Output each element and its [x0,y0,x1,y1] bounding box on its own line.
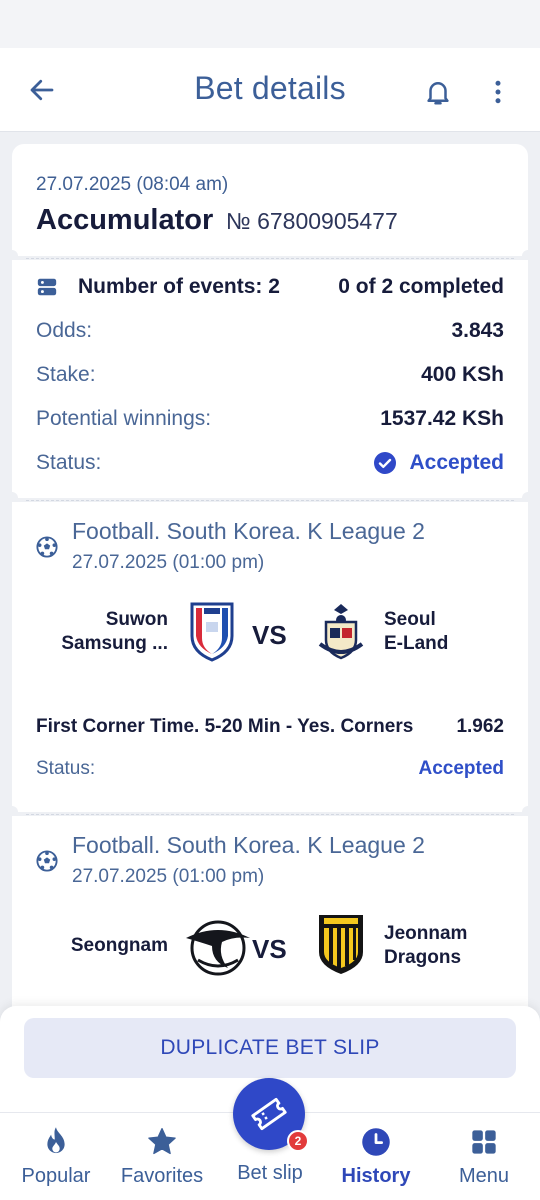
bet-header-card: 27.07.2025 (08:04 am) Accumulator № 6780… [6,144,534,262]
away-team-line: Dragons [384,947,462,968]
away-team-line: E-Land [384,633,449,654]
winnings-value: 1537.42 KSh [380,407,504,430]
notifications-button[interactable] [418,72,458,112]
bet-summary-card: Number of events: 2 0 of 2 completed Odd… [6,260,534,504]
winnings-label: Potential winnings: [36,407,212,430]
suwon-samsung-logo [190,602,234,662]
nav-menu-label: Menu [458,1165,510,1187]
status-badge: Accepted [373,451,504,475]
market-odd: 1.962 [456,716,504,737]
odds-value: 3.843 [451,319,504,342]
event-date: 27.07.2025 (01:00 pm) [72,866,265,887]
away-team-name: Jeonnam Dragons [384,922,504,970]
completed-count: 0 of 2 completed [338,275,504,298]
jeonnam-dragons-logo [319,915,363,974]
bet-number: № 67800905477 [226,208,398,234]
grid-icon [472,1130,496,1154]
star-icon [148,1128,176,1155]
home-team-name: Seongnam [36,934,168,958]
event-status-label: Status: [36,758,96,779]
away-team-line: Jeonnam [384,923,468,944]
event-card[interactable]: Football. South Korea. K League 2 27.07.… [6,502,534,818]
home-team-line: Seongnam [70,935,168,956]
nav-popular[interactable]: Popular [2,1113,110,1200]
page-title: Bet details [194,70,346,106]
duplicate-bet-slip-button[interactable]: DUPLICATE BET SLIP [24,1018,516,1078]
versus-label: VS [252,934,287,964]
check-circle-icon [374,452,397,474]
ticket-icon [251,1097,287,1131]
status-label: Status: [36,451,102,474]
status-bar [0,0,540,48]
stake-row: Stake: 400 KSh [36,360,504,390]
events-count: Number of events: 2 [78,275,280,298]
odds-row: Odds: 3.843 [36,316,504,346]
events-row: Number of events: 2 0 of 2 completed [36,272,504,302]
event-status-row: Status: Accepted [36,758,504,780]
event-status-value: Accepted [418,758,504,779]
home-team-line: Suwon [105,609,168,630]
more-options-button[interactable] [478,72,518,112]
status-row: Status: Accepted [36,448,504,478]
odds-label: Odds: [36,319,93,342]
football-icon [36,850,58,872]
seoul-eland-logo [318,604,364,660]
bell-icon [427,82,449,105]
clock-icon [362,1128,390,1156]
nav-favorites-label: Favorites [120,1165,204,1187]
market-row: First Corner Time. 5-20 Min - Yes. Corne… [36,716,504,738]
event-date: 27.07.2025 (01:00 pm) [72,552,265,573]
seongnam-logo [186,920,250,976]
bet-date: 27.07.2025 (08:04 am) [36,174,229,195]
football-icon [36,536,58,558]
bet-type: Accumulator [36,204,214,236]
nav-betslip-label: Bet slip [237,1162,303,1184]
away-team-name: Seoul E-Land [384,608,504,656]
nav-popular-label: Popular [21,1165,91,1187]
more-vertical-icon [495,80,501,104]
stake-label: Stake: [36,363,96,386]
versus-label: VS [252,620,287,650]
stake-value: 400 KSh [421,363,504,386]
app-bar: Bet details [0,48,540,132]
home-team-line: Samsung ... [61,633,168,654]
nav-history[interactable]: History [322,1113,430,1200]
divider [26,814,514,815]
nav-menu[interactable]: Menu [430,1113,538,1200]
nav-history-label: History [341,1165,411,1187]
league-name: Football. South Korea. K League 2 [72,832,425,858]
flame-icon [47,1127,65,1154]
home-team-name: Suwon Samsung ... [36,608,168,656]
market-name: First Corner Time. 5-20 Min - Yes. Corne… [36,716,414,737]
events-list-icon [37,278,57,296]
winnings-row: Potential winnings: 1537.42 KSh [36,404,504,434]
bet-slip-count-badge: 2 [287,1130,309,1152]
league-name: Football. South Korea. K League 2 [72,518,425,544]
event-card[interactable]: Football. South Korea. K League 2 27.07.… [12,816,528,1016]
away-team-line: Seoul [384,609,436,630]
status-value: Accepted [409,451,504,474]
divider [26,500,514,501]
nav-favorites[interactable]: Favorites [108,1113,216,1200]
divider [26,258,514,259]
